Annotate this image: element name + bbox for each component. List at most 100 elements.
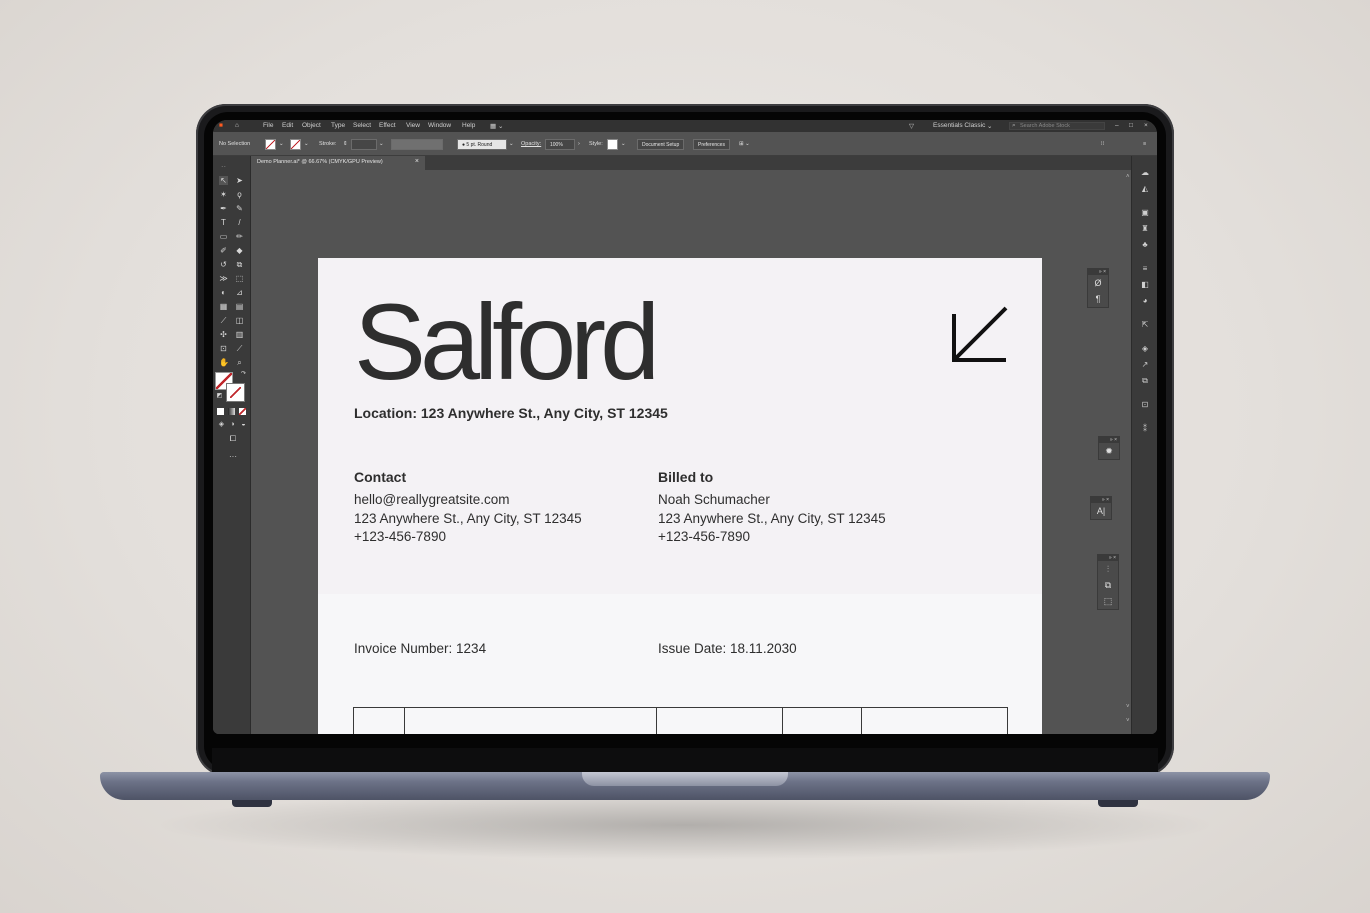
libraries-icon[interactable]: ◭ xyxy=(1140,184,1150,194)
workspace-switcher[interactable]: Essentials Classic xyxy=(933,122,985,129)
draw-normal-icon[interactable]: ◈ xyxy=(217,420,226,429)
slice-tool-icon[interactable]: ⟋ xyxy=(235,344,244,353)
transform-icon[interactable]: ⬚ xyxy=(1098,593,1118,609)
align-icon[interactable]: ⫶ xyxy=(1098,561,1118,577)
minimize-icon[interactable]: – xyxy=(1115,122,1119,129)
sun-icon[interactable]: ✹ xyxy=(1099,443,1119,459)
blend-tool-icon[interactable]: ◫ xyxy=(235,316,244,325)
menu-window[interactable]: Window xyxy=(428,122,451,129)
billed-to-heading: Billed to xyxy=(658,469,714,485)
arrange-documents-icon[interactable]: ▦ ⌄ xyxy=(490,122,503,130)
gradient-panel-icon[interactable]: ◧ xyxy=(1140,280,1150,290)
opacity-input[interactable]: 100% xyxy=(545,139,575,150)
export-icon[interactable]: ↗ xyxy=(1140,360,1150,370)
paragraph-icon[interactable]: ¶ xyxy=(1088,291,1108,307)
close-icon[interactable]: × xyxy=(1144,122,1148,129)
hand-tool-icon[interactable]: ✋ xyxy=(219,358,229,367)
menu-file[interactable]: File xyxy=(263,122,273,129)
color-guide-icon[interactable]: ☁ xyxy=(1140,168,1150,178)
artboard[interactable]: Salford Location: 123 Anywhere St., Any … xyxy=(318,258,1042,734)
graphic-style-swatch[interactable] xyxy=(607,139,618,150)
width-tool-icon[interactable]: ≫ xyxy=(219,274,228,283)
stroke-swatch[interactable] xyxy=(290,139,301,150)
document-tab[interactable]: Demo Planner.ai* @ 66.67% (CMYK/GPU Prev… xyxy=(251,156,425,170)
magic-wand-tool-icon[interactable]: ✶ xyxy=(219,190,228,199)
pathfinder-icon[interactable]: ⧉ xyxy=(1098,577,1118,593)
none-mode-icon[interactable] xyxy=(239,408,246,415)
scroll-down-icon[interactable]: ˅ xyxy=(1126,718,1130,724)
gradient-tool-icon[interactable]: ▤ xyxy=(235,302,244,311)
stroke-color-icon[interactable] xyxy=(226,383,245,402)
type-a-icon[interactable]: A| xyxy=(1091,503,1111,519)
zoom-tool-icon[interactable]: ⌕ xyxy=(235,358,244,367)
brush-definition[interactable]: ● 5 pt. Round xyxy=(457,139,507,150)
paintbrush-tool-icon[interactable]: ✏ xyxy=(235,232,244,241)
tab-close-icon[interactable]: × xyxy=(415,158,419,165)
stroke-panel-icon[interactable]: ≡ xyxy=(1140,264,1150,274)
selection-tool-icon[interactable]: ↖ xyxy=(219,176,228,185)
contact-heading: Contact xyxy=(354,469,407,485)
transparency-icon[interactable]: ◕ xyxy=(1140,296,1150,306)
free-transform-tool-icon[interactable]: ⬚ xyxy=(235,274,244,283)
preferences-button[interactable]: Preferences xyxy=(693,139,730,150)
menu-type[interactable]: Type xyxy=(331,122,345,129)
column-graph-tool-icon[interactable]: ▥ xyxy=(235,330,244,339)
glyphs-icon[interactable]: Ø xyxy=(1088,275,1108,291)
direct-selection-tool-icon[interactable]: ➤ xyxy=(235,176,244,185)
panel-toggle-icon[interactable]: ⁞⁞ xyxy=(1101,141,1104,147)
menu-lines-icon[interactable]: ≡ xyxy=(1143,141,1146,147)
draw-behind-icon[interactable]: ◑ xyxy=(228,420,237,429)
swap-colors-icon[interactable]: ↷ xyxy=(239,370,248,379)
menu-edit[interactable]: Edit xyxy=(282,122,293,129)
stroke-stepper[interactable]: ⇕ xyxy=(343,141,348,147)
scale-tool-icon[interactable]: ⧉ xyxy=(235,260,244,269)
search-input[interactable]: Search Adobe Stock xyxy=(1009,122,1105,130)
brushes-icon[interactable]: ♜ xyxy=(1140,224,1150,234)
scroll-down-icon[interactable]: ˅ xyxy=(1126,704,1130,710)
eyedropper-tool-icon[interactable]: ⟋ xyxy=(219,316,228,325)
curvature-tool-icon[interactable]: ✎ xyxy=(235,204,244,213)
menu-select[interactable]: Select xyxy=(353,122,371,129)
default-colors-icon[interactable]: ◩ xyxy=(215,392,224,401)
chevron-right-icon[interactable]: › xyxy=(578,141,580,147)
arrange-icon[interactable]: ⊞ ⌄ xyxy=(739,141,750,147)
fill-swatch[interactable] xyxy=(265,139,276,150)
menu-view[interactable]: View xyxy=(406,122,420,129)
variable-width-profile[interactable] xyxy=(391,139,443,150)
perspective-tool-icon[interactable]: ⊿ xyxy=(235,288,244,297)
shaper-tool-icon[interactable]: ✐ xyxy=(219,246,228,255)
document-setup-button[interactable]: Document Setup xyxy=(637,139,685,150)
type-tool-icon[interactable]: T xyxy=(219,218,228,227)
color-mode-icon[interactable] xyxy=(217,408,224,415)
issue-date: Issue Date: 18.11.2030 xyxy=(658,641,797,656)
pen-tool-icon[interactable]: ✒ xyxy=(219,204,228,213)
maximize-icon[interactable]: □ xyxy=(1129,122,1133,129)
asset-export-icon[interactable]: ⇱ xyxy=(1140,320,1150,330)
swatches-icon[interactable]: ⁑ xyxy=(1140,424,1150,434)
symbol-sprayer-tool-icon[interactable]: ✣ xyxy=(219,330,228,339)
opacity-label[interactable]: Opacity: xyxy=(521,141,541,147)
artboard-tool-icon[interactable]: ⊡ xyxy=(219,344,228,353)
scroll-up-icon[interactable]: ˄ xyxy=(1126,174,1130,180)
stroke-weight-input[interactable] xyxy=(351,139,377,150)
screen-mode-icon[interactable]: ⧠ xyxy=(227,434,239,443)
menu-effect[interactable]: Effect xyxy=(379,122,396,129)
rotate-tool-icon[interactable]: ↺ xyxy=(219,260,228,269)
image-trace-icon[interactable]: ▣ xyxy=(1140,208,1150,218)
eraser-tool-icon[interactable]: ◆ xyxy=(235,246,244,255)
line-tool-icon[interactable]: / xyxy=(235,218,244,227)
gradient-mode-icon[interactable] xyxy=(228,408,235,415)
lasso-tool-icon[interactable]: ϙ xyxy=(235,190,244,199)
links-icon[interactable]: ⊡ xyxy=(1140,400,1150,410)
menu-help[interactable]: Help xyxy=(462,122,475,129)
home-icon[interactable]: ⌂ xyxy=(235,122,239,129)
symbols-icon[interactable]: ♣ xyxy=(1140,240,1150,250)
draw-inside-icon[interactable]: ◒ xyxy=(239,420,248,429)
rectangle-tool-icon[interactable]: ▭ xyxy=(219,232,228,241)
more-tools-icon[interactable]: ··· xyxy=(227,452,239,461)
mesh-tool-icon[interactable]: ▦ xyxy=(219,302,228,311)
shape-builder-tool-icon[interactable]: ◐ xyxy=(219,288,228,297)
layers-icon[interactable]: ◈ xyxy=(1140,344,1150,354)
artboards-icon[interactable]: ⧉ xyxy=(1140,376,1150,386)
menu-object[interactable]: Object xyxy=(302,122,321,129)
